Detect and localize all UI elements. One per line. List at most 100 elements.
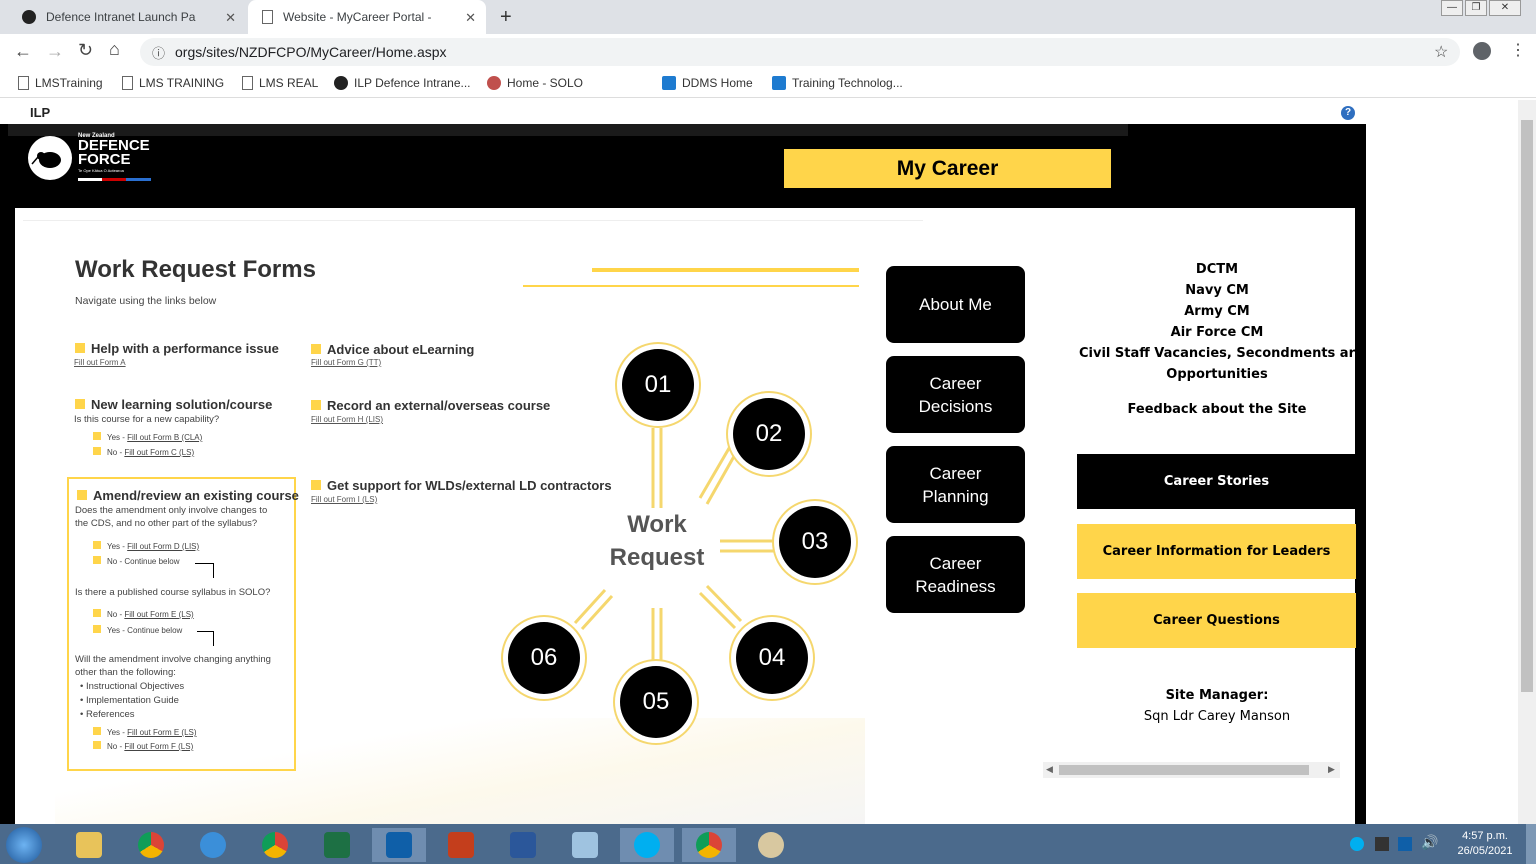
link-dctm[interactable]: DCTM xyxy=(1077,262,1357,277)
browser-tab-bar: Defence Intranet Launch Pad ✕ Website - … xyxy=(0,0,1536,34)
tray-icon[interactable] xyxy=(1375,837,1389,851)
form-i-link[interactable]: Fill out Form I (LS) xyxy=(311,495,377,504)
form-e-link[interactable]: Fill out Form E (LS) xyxy=(127,728,196,737)
notepad-icon[interactable] xyxy=(558,828,612,862)
amend-q1a: Does the amendment only involve changes … xyxy=(75,505,268,516)
bullet-icon xyxy=(93,556,101,564)
vertical-scrollbar[interactable] xyxy=(1518,100,1536,824)
logo-stripe xyxy=(78,178,151,181)
favicon-icon xyxy=(22,10,36,24)
tab-defence-intranet[interactable]: Defence Intranet Launch Pad ✕ xyxy=(8,0,246,34)
restore-icon[interactable]: ❐ xyxy=(1465,0,1487,16)
node-05[interactable]: 05 xyxy=(620,666,692,738)
career-leaders-button[interactable]: Career Information for Leaders xyxy=(1077,524,1356,579)
node-06[interactable]: 06 xyxy=(508,622,580,694)
new-tab-icon[interactable]: + xyxy=(500,6,512,29)
newcourse-yes: Yes - Fill out Form B (CLA) xyxy=(93,432,202,442)
outlook-icon[interactable] xyxy=(372,828,426,862)
close-window-icon[interactable]: ✕ xyxy=(1489,0,1521,16)
link-feedback[interactable]: Feedback about the Site xyxy=(1077,402,1357,417)
star-icon[interactable]: ☆ xyxy=(1434,42,1448,62)
scroll-right-icon[interactable]: ▶ xyxy=(1328,764,1335,775)
powerpoint-icon[interactable] xyxy=(434,828,488,862)
career-decisions-button[interactable]: Career Decisions xyxy=(886,356,1025,433)
forward-icon[interactable]: → xyxy=(46,41,64,62)
form-a-link[interactable]: Fill out Form A xyxy=(74,358,126,367)
form-amend-title: Amend/review an existing course xyxy=(93,488,299,503)
chrome-icon[interactable] xyxy=(248,828,302,862)
form-g-link[interactable]: Fill out Form G (TT) xyxy=(311,358,381,367)
career-questions-button[interactable]: Career Questions xyxy=(1077,593,1356,648)
explorer-icon[interactable] xyxy=(62,828,116,862)
chrome-icon[interactable] xyxy=(124,828,178,862)
form-h-link[interactable]: Fill out Form H (LIS) xyxy=(311,415,383,424)
career-stories-button[interactable]: Career Stories xyxy=(1077,454,1356,509)
menu-icon[interactable]: ⋮ xyxy=(1510,40,1526,60)
newcourse-no: No - Fill out Form C (LS) xyxy=(93,447,194,457)
close-tab-icon[interactable]: ✕ xyxy=(465,10,476,26)
node-01[interactable]: 01 xyxy=(622,349,694,421)
accent-line-thin xyxy=(523,285,859,287)
no-label: No - xyxy=(107,610,125,619)
url-field[interactable]: ⓘ orgs/sites/NZDFCPO/MyCareer/Home.aspx xyxy=(140,38,1460,66)
home-icon[interactable]: ⌂ xyxy=(109,39,120,60)
form-d-link[interactable]: Fill out Form D (LIS) xyxy=(127,542,199,551)
scroll-thumb[interactable] xyxy=(1521,120,1533,692)
tab-mycareer[interactable]: Website - MyCareer Portal - Hom ✕ xyxy=(248,0,486,34)
reload-icon[interactable]: ↻ xyxy=(78,40,93,61)
back-icon[interactable]: ← xyxy=(14,41,32,62)
bookmark-item[interactable]: ILP Defence Intrane... xyxy=(334,76,471,90)
about-me-button[interactable]: About Me xyxy=(886,266,1025,343)
career-planning-button[interactable]: Career Planning xyxy=(886,446,1025,523)
bullet-icon xyxy=(93,609,101,617)
link-civil-staff[interactable]: Civil Staff Vacancies, Secondments ar xyxy=(1077,346,1357,361)
form-f-link[interactable]: Fill out Form F (LS) xyxy=(124,742,193,751)
scroll-thumb[interactable] xyxy=(1059,765,1309,775)
chrome-icon[interactable] xyxy=(682,828,736,862)
connector xyxy=(197,631,214,646)
url-text: orgs/sites/NZDFCPO/MyCareer/Home.aspx xyxy=(175,44,447,60)
bookmark-label: ILP Defence Intrane... xyxy=(354,76,471,90)
paint-icon[interactable] xyxy=(744,828,798,862)
windows-taskbar: 🔊 4:57 p.m. 26/05/2021 xyxy=(0,824,1536,864)
show-desktop-button[interactable] xyxy=(1526,824,1536,864)
outlook-tray-icon[interactable] xyxy=(1398,837,1412,851)
start-button-icon[interactable] xyxy=(6,827,42,863)
bookmark-item[interactable]: LMS TRAINING xyxy=(122,76,224,90)
bookmark-item[interactable]: Training Technolog... xyxy=(772,76,903,90)
page-icon xyxy=(242,76,253,90)
career-readiness-button[interactable]: Career Readiness xyxy=(886,536,1025,613)
scroll-left-icon[interactable]: ◀ xyxy=(1046,764,1053,775)
volume-icon[interactable]: 🔊 xyxy=(1421,834,1438,851)
skype-tray-icon[interactable] xyxy=(1350,837,1364,851)
form-elearn-title: Advice about eLearning xyxy=(327,342,475,357)
form-c-link[interactable]: Fill out Form C (LS) xyxy=(124,448,194,457)
minimize-icon[interactable]: — xyxy=(1441,0,1463,16)
word-icon[interactable] xyxy=(496,828,550,862)
bullet-icon xyxy=(311,344,321,354)
link-navy-cm[interactable]: Navy CM xyxy=(1077,283,1357,298)
bookmark-item[interactable]: LMS REAL xyxy=(242,76,318,90)
profile-icon[interactable] xyxy=(1473,42,1491,60)
bookmark-item[interactable]: DDMS Home xyxy=(662,76,753,90)
bookmark-item[interactable]: Home - SOLO xyxy=(487,76,583,90)
link-opportunities[interactable]: Opportunities xyxy=(1077,367,1357,382)
excel-icon[interactable] xyxy=(310,828,364,862)
ie-icon[interactable] xyxy=(186,828,240,862)
node-04[interactable]: 04 xyxy=(736,622,808,694)
amend-y3: Yes - Fill out Form E (LS) xyxy=(93,727,197,737)
node-03[interactable]: 03 xyxy=(779,506,851,578)
bookmark-item[interactable]: LMSTraining xyxy=(18,76,103,90)
bullet-icon xyxy=(311,400,321,410)
help-icon[interactable]: ? xyxy=(1341,106,1355,120)
node-02[interactable]: 02 xyxy=(733,398,805,470)
link-army-cm[interactable]: Army CM xyxy=(1077,304,1357,319)
skype-icon[interactable] xyxy=(620,828,674,862)
bullet-icon xyxy=(93,541,101,549)
clock[interactable]: 4:57 p.m. 26/05/2021 xyxy=(1450,829,1520,859)
close-tab-icon[interactable]: ✕ xyxy=(225,10,236,26)
form-b-link[interactable]: Fill out Form B (CLA) xyxy=(127,433,202,442)
link-airforce-cm[interactable]: Air Force CM xyxy=(1077,325,1357,340)
horizontal-scrollbar[interactable]: ◀ ▶ xyxy=(1043,762,1340,778)
form-e-link[interactable]: Fill out Form E (LS) xyxy=(124,610,193,619)
